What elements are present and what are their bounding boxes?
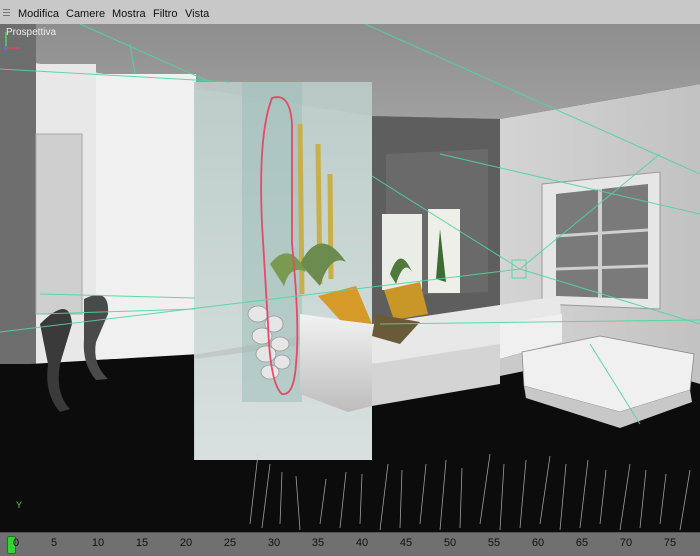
menu-mostra[interactable]: Mostra — [112, 8, 146, 20]
timeline-tick: 50 — [443, 537, 457, 549]
timeline-tick: 45 — [399, 537, 413, 549]
timeline-tick: 70 — [619, 537, 633, 549]
panel-grip-icon[interactable] — [3, 9, 10, 20]
timeline[interactable]: 0 5 10 15 20 25 30 35 40 45 50 55 60 65 … — [0, 532, 700, 556]
timeline-ruler[interactable]: 0 5 10 15 20 25 30 35 40 45 50 55 60 65 … — [0, 533, 700, 556]
left-wall-block — [96, 74, 196, 359]
timeline-tick: 30 — [267, 537, 281, 549]
timeline-tick: 55 — [487, 537, 501, 549]
timeline-tick: 25 — [223, 537, 237, 549]
timeline-tick: 10 — [91, 537, 105, 549]
axis-gizmo-label: Y — [16, 500, 23, 510]
timeline-tick: 60 — [531, 537, 545, 549]
scene-render — [0, 24, 700, 532]
timeline-tick: 5 — [50, 537, 58, 549]
timeline-tick: 65 — [575, 537, 589, 549]
viewport-menubar: Modifica Camere Mostra Filtro Vista — [0, 0, 700, 25]
menu-vista[interactable]: Vista — [185, 8, 209, 20]
timeline-tick: 35 — [311, 537, 325, 549]
timeline-tick: 75 — [663, 537, 677, 549]
axis-gizmo-icon — [4, 32, 20, 50]
timeline-tick: 40 — [355, 537, 369, 549]
perspective-viewport[interactable]: Prospettiva Y — [0, 24, 700, 532]
picture-1 — [382, 214, 422, 290]
timeline-tick: 15 — [135, 537, 149, 549]
timeline-tick: 0 — [12, 537, 20, 549]
menu-filtro[interactable]: Filtro — [153, 8, 177, 20]
doorway — [35, 133, 83, 315]
menu-camere[interactable]: Camere — [66, 8, 105, 20]
menu-modifica[interactable]: Modifica — [18, 8, 59, 20]
timeline-tick: 20 — [179, 537, 193, 549]
